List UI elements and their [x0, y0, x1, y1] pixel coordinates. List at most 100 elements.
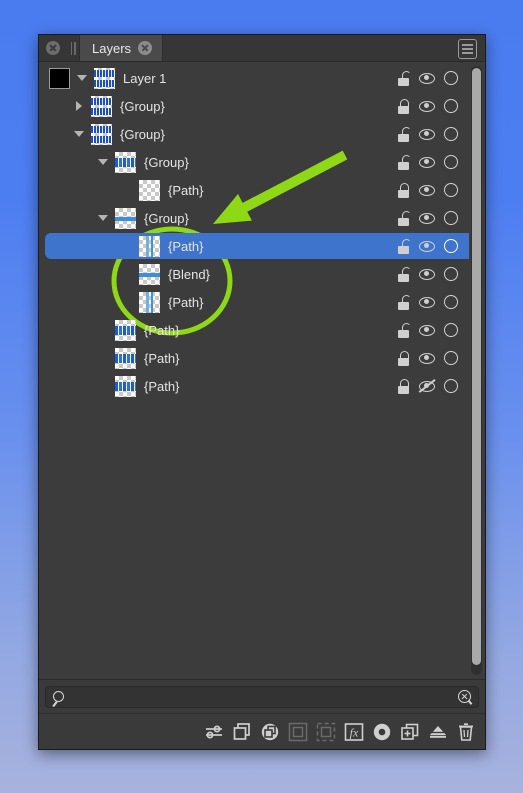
lock-toggle[interactable]: [391, 292, 415, 312]
lock-toggle[interactable]: [391, 124, 415, 144]
layer-row[interactable]: {Group}: [39, 92, 469, 120]
lock-toggle[interactable]: [391, 96, 415, 116]
layer-row[interactable]: {Path}: [39, 232, 469, 260]
chevron-down-icon[interactable]: [73, 128, 85, 140]
visibility-toggle[interactable]: [415, 68, 439, 88]
effects-icon[interactable]: fx: [343, 721, 365, 743]
indent-spacer: [39, 106, 73, 107]
layers-list: Layer 1 {Group} {Group} {Group} {Path} {Group…: [39, 62, 485, 679]
vertical-scrollbar[interactable]: [471, 66, 482, 675]
lock-toggle[interactable]: [391, 348, 415, 368]
layer-thumbnail[interactable]: [94, 67, 115, 89]
target-toggle[interactable]: [439, 152, 463, 172]
target-toggle[interactable]: [439, 68, 463, 88]
visibility-toggle[interactable]: [415, 292, 439, 312]
visibility-toggle[interactable]: [415, 152, 439, 172]
visibility-toggle[interactable]: [415, 376, 439, 396]
layer-thumbnail[interactable]: [139, 179, 160, 201]
target-toggle[interactable]: [439, 236, 463, 256]
layer-row[interactable]: {Group}: [39, 120, 469, 148]
indent-spacer: [39, 386, 97, 387]
layer-thumbnail[interactable]: [115, 319, 136, 341]
layer-row[interactable]: {Path}: [39, 316, 469, 344]
clear-search-icon[interactable]: [458, 690, 471, 703]
adjustment-layer-icon[interactable]: [371, 721, 393, 743]
layer-options-icon[interactable]: [203, 721, 225, 743]
layer-name-label: {Group}: [144, 210, 189, 226]
layer-row[interactable]: Layer 1: [39, 64, 469, 92]
layer-row[interactable]: {Blend}: [39, 260, 469, 288]
lock-toggle[interactable]: [391, 236, 415, 256]
layer-thumbnail[interactable]: [115, 151, 136, 173]
visibility-toggle[interactable]: [415, 320, 439, 340]
chevron-down-icon[interactable]: [76, 72, 88, 84]
tab-layers[interactable]: Layers: [79, 35, 163, 61]
eye-icon: [419, 184, 435, 196]
target-circle-icon: [444, 155, 458, 169]
drag-grip-icon[interactable]: [67, 35, 79, 61]
target-toggle[interactable]: [439, 348, 463, 368]
lock-toggle[interactable]: [391, 152, 415, 172]
lock-toggle[interactable]: [391, 264, 415, 284]
layer-thumbnail[interactable]: [139, 291, 160, 313]
target-circle-icon: [444, 323, 458, 337]
target-toggle[interactable]: [439, 292, 463, 312]
target-toggle[interactable]: [439, 264, 463, 284]
add-layer-icon[interactable]: [399, 721, 421, 743]
lock-toggle[interactable]: [391, 376, 415, 396]
target-toggle[interactable]: [439, 376, 463, 396]
layer-thumbnail[interactable]: [139, 263, 160, 285]
layer-row[interactable]: {Group}: [39, 204, 469, 232]
layer-row[interactable]: {Path}: [39, 344, 469, 372]
visibility-toggle[interactable]: [415, 348, 439, 368]
padlock-unlocked-icon: [397, 266, 411, 282]
target-toggle[interactable]: [439, 96, 463, 116]
layer-thumbnail[interactable]: [115, 375, 136, 397]
layer-thumbnail[interactable]: [115, 347, 136, 369]
target-toggle[interactable]: [439, 124, 463, 144]
target-toggle[interactable]: [439, 180, 463, 200]
row-controls: [391, 152, 463, 172]
visibility-toggle[interactable]: [415, 208, 439, 228]
visibility-toggle[interactable]: [415, 236, 439, 256]
target-toggle[interactable]: [439, 320, 463, 340]
twisty-placeholder: [97, 380, 109, 392]
scrollbar-thumb[interactable]: [472, 68, 481, 665]
search-field[interactable]: [45, 685, 479, 708]
layer-color-swatch[interactable]: [49, 67, 70, 89]
lock-toggle[interactable]: [391, 320, 415, 340]
duplicate-layer-icon[interactable]: [231, 721, 253, 743]
panel-menu-button[interactable]: [458, 39, 477, 59]
layer-row[interactable]: {Group}: [39, 148, 469, 176]
visibility-toggle[interactable]: [415, 264, 439, 284]
layer-thumbnail[interactable]: [139, 235, 160, 257]
search-input[interactable]: [70, 689, 452, 704]
row-controls: [391, 180, 463, 200]
layer-thumbnail[interactable]: [115, 207, 136, 229]
panel-close-button[interactable]: [39, 35, 67, 61]
target-toggle[interactable]: [439, 208, 463, 228]
visibility-toggle[interactable]: [415, 124, 439, 144]
chevron-down-icon[interactable]: [97, 212, 109, 224]
layer-thumbnail[interactable]: [91, 123, 112, 145]
row-controls: [391, 68, 463, 88]
lock-toggle[interactable]: [391, 180, 415, 200]
padlock-locked-icon: [397, 182, 410, 198]
lock-toggle[interactable]: [391, 68, 415, 88]
chevron-right-icon[interactable]: [73, 100, 85, 112]
layer-row[interactable]: {Path}: [39, 288, 469, 316]
delete-layer-icon[interactable]: [455, 721, 477, 743]
indent-spacer: [39, 134, 73, 135]
chevron-down-icon[interactable]: [97, 156, 109, 168]
eye-icon: [419, 352, 435, 364]
merge-layers-icon[interactable]: [259, 721, 281, 743]
tab-close-icon[interactable]: [138, 41, 153, 55]
layer-thumbnail[interactable]: [91, 95, 112, 117]
visibility-toggle[interactable]: [415, 96, 439, 116]
visibility-toggle[interactable]: [415, 180, 439, 200]
layer-row[interactable]: {Path}: [39, 372, 469, 400]
layer-mask-icon[interactable]: [427, 721, 449, 743]
lock-toggle[interactable]: [391, 208, 415, 228]
layer-row[interactable]: {Path}: [39, 176, 469, 204]
eye-icon: [419, 212, 435, 224]
